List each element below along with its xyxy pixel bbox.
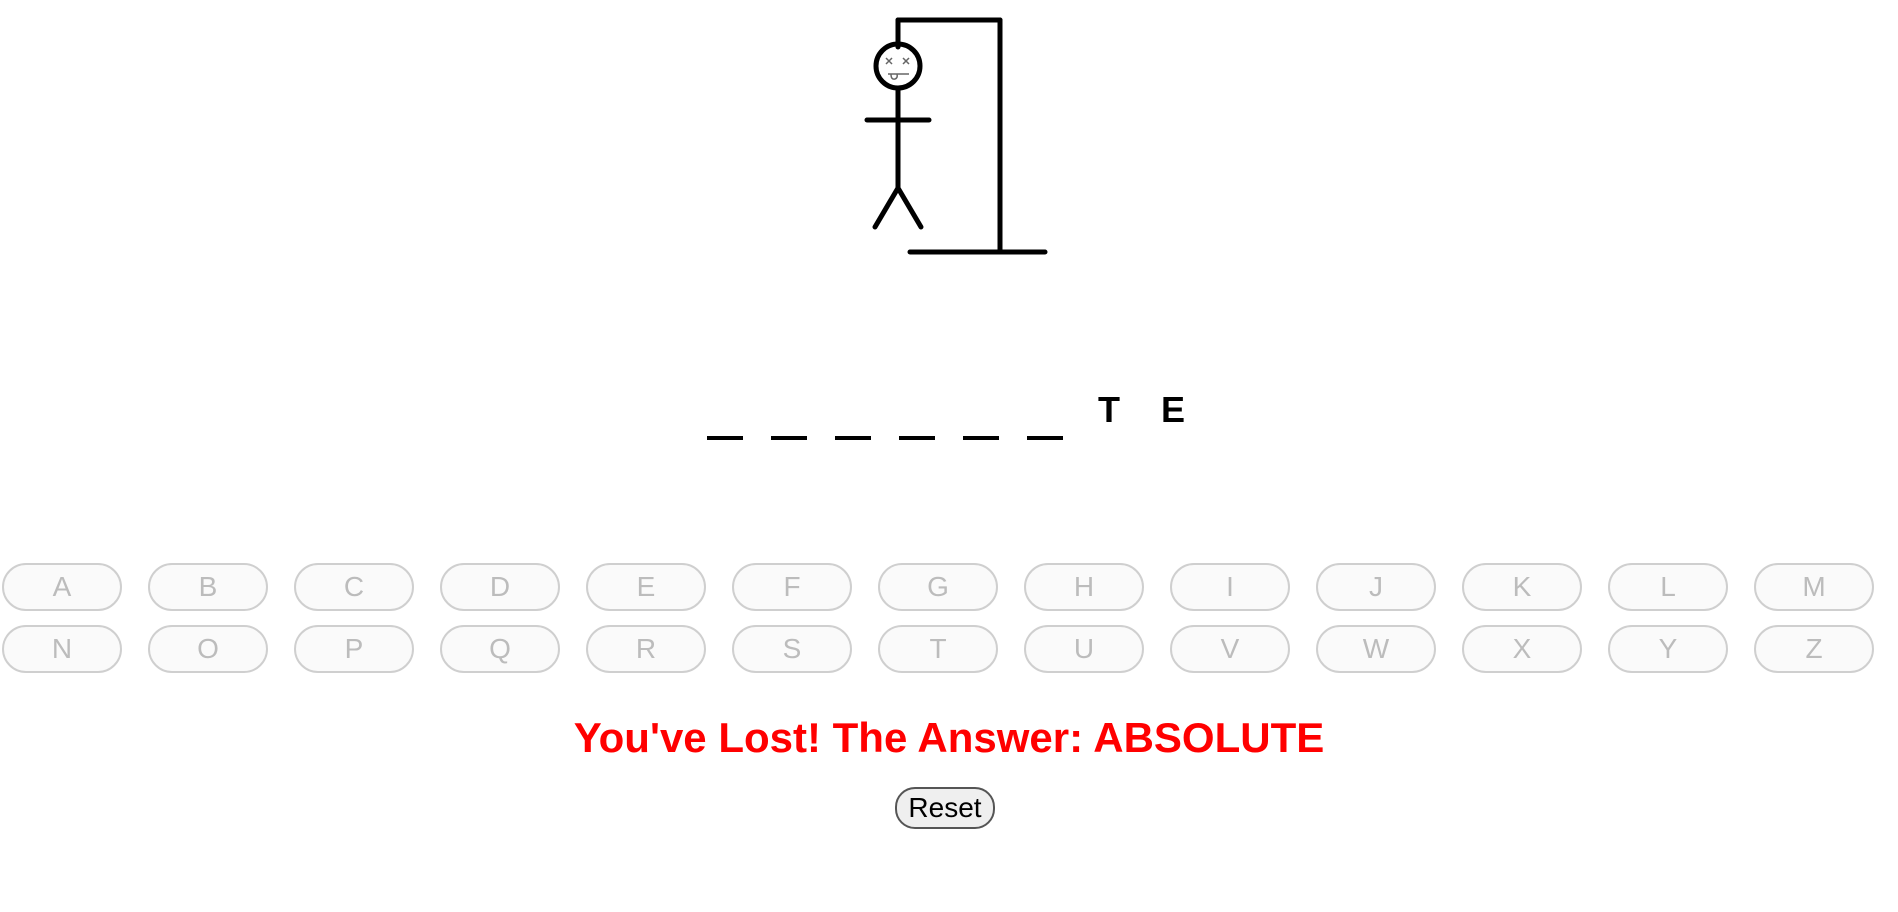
word-display: TE <box>0 392 1898 440</box>
letter-key-n[interactable]: N <box>2 625 122 673</box>
letter-key-a[interactable]: A <box>2 563 122 611</box>
letter-key-k[interactable]: K <box>1462 563 1582 611</box>
letter-key-p[interactable]: P <box>294 625 414 673</box>
dead-face-icon <box>885 57 910 80</box>
letter-slot: T <box>1085 392 1133 440</box>
letter-slot <box>1021 392 1069 440</box>
letter-key-j[interactable]: J <box>1316 563 1436 611</box>
letter-key-u[interactable]: U <box>1024 625 1144 673</box>
letter-slot-char: T <box>1098 389 1120 430</box>
hangman-left-leg <box>872 185 901 230</box>
letter-slot: E <box>1149 392 1197 440</box>
keyboard-row: NOPQRSTUVWXYZ <box>2 625 1896 673</box>
letter-key-m[interactable]: M <box>1754 563 1874 611</box>
letter-slot-underline <box>963 436 999 440</box>
letter-key-l[interactable]: L <box>1608 563 1728 611</box>
letter-slot <box>957 392 1005 440</box>
letter-key-z[interactable]: Z <box>1754 625 1874 673</box>
reset-button[interactable]: Reset <box>895 787 995 829</box>
letter-key-h[interactable]: H <box>1024 563 1144 611</box>
hangman-head <box>873 41 923 91</box>
hangman-drawing <box>864 17 1048 255</box>
letter-key-b[interactable]: B <box>148 563 268 611</box>
letter-key-e[interactable]: E <box>586 563 706 611</box>
letter-key-s[interactable]: S <box>732 625 852 673</box>
letter-key-i[interactable]: I <box>1170 563 1290 611</box>
letter-keyboard: ABCDEFGHIJKLM NOPQRSTUVWXYZ <box>2 563 1896 687</box>
letter-slot <box>701 392 749 440</box>
letter-key-t[interactable]: T <box>878 625 998 673</box>
letter-key-f[interactable]: F <box>732 563 852 611</box>
letter-key-d[interactable]: D <box>440 563 560 611</box>
letter-key-c[interactable]: C <box>294 563 414 611</box>
letter-slot-underline <box>835 436 871 440</box>
letter-key-g[interactable]: G <box>878 563 998 611</box>
letter-slot-underline <box>899 436 935 440</box>
letter-key-x[interactable]: X <box>1462 625 1582 673</box>
letter-slot-char: E <box>1160 389 1185 430</box>
letter-key-y[interactable]: Y <box>1608 625 1728 673</box>
result-message: You've Lost! The Answer: ABSOLUTE <box>573 714 1325 761</box>
letter-key-q[interactable]: Q <box>440 625 560 673</box>
letter-key-r[interactable]: R <box>586 625 706 673</box>
letter-slot <box>893 392 941 440</box>
letter-slot-underline <box>771 436 807 440</box>
keyboard-row: ABCDEFGHIJKLM <box>2 563 1896 611</box>
letter-slot <box>829 392 877 440</box>
letter-key-o[interactable]: O <box>148 625 268 673</box>
letter-slot-underline <box>1027 436 1063 440</box>
letter-key-w[interactable]: W <box>1316 625 1436 673</box>
letter-key-v[interactable]: V <box>1170 625 1290 673</box>
hangman-right-leg <box>895 185 924 230</box>
letter-slot <box>765 392 813 440</box>
letter-slot-underline <box>707 436 743 440</box>
